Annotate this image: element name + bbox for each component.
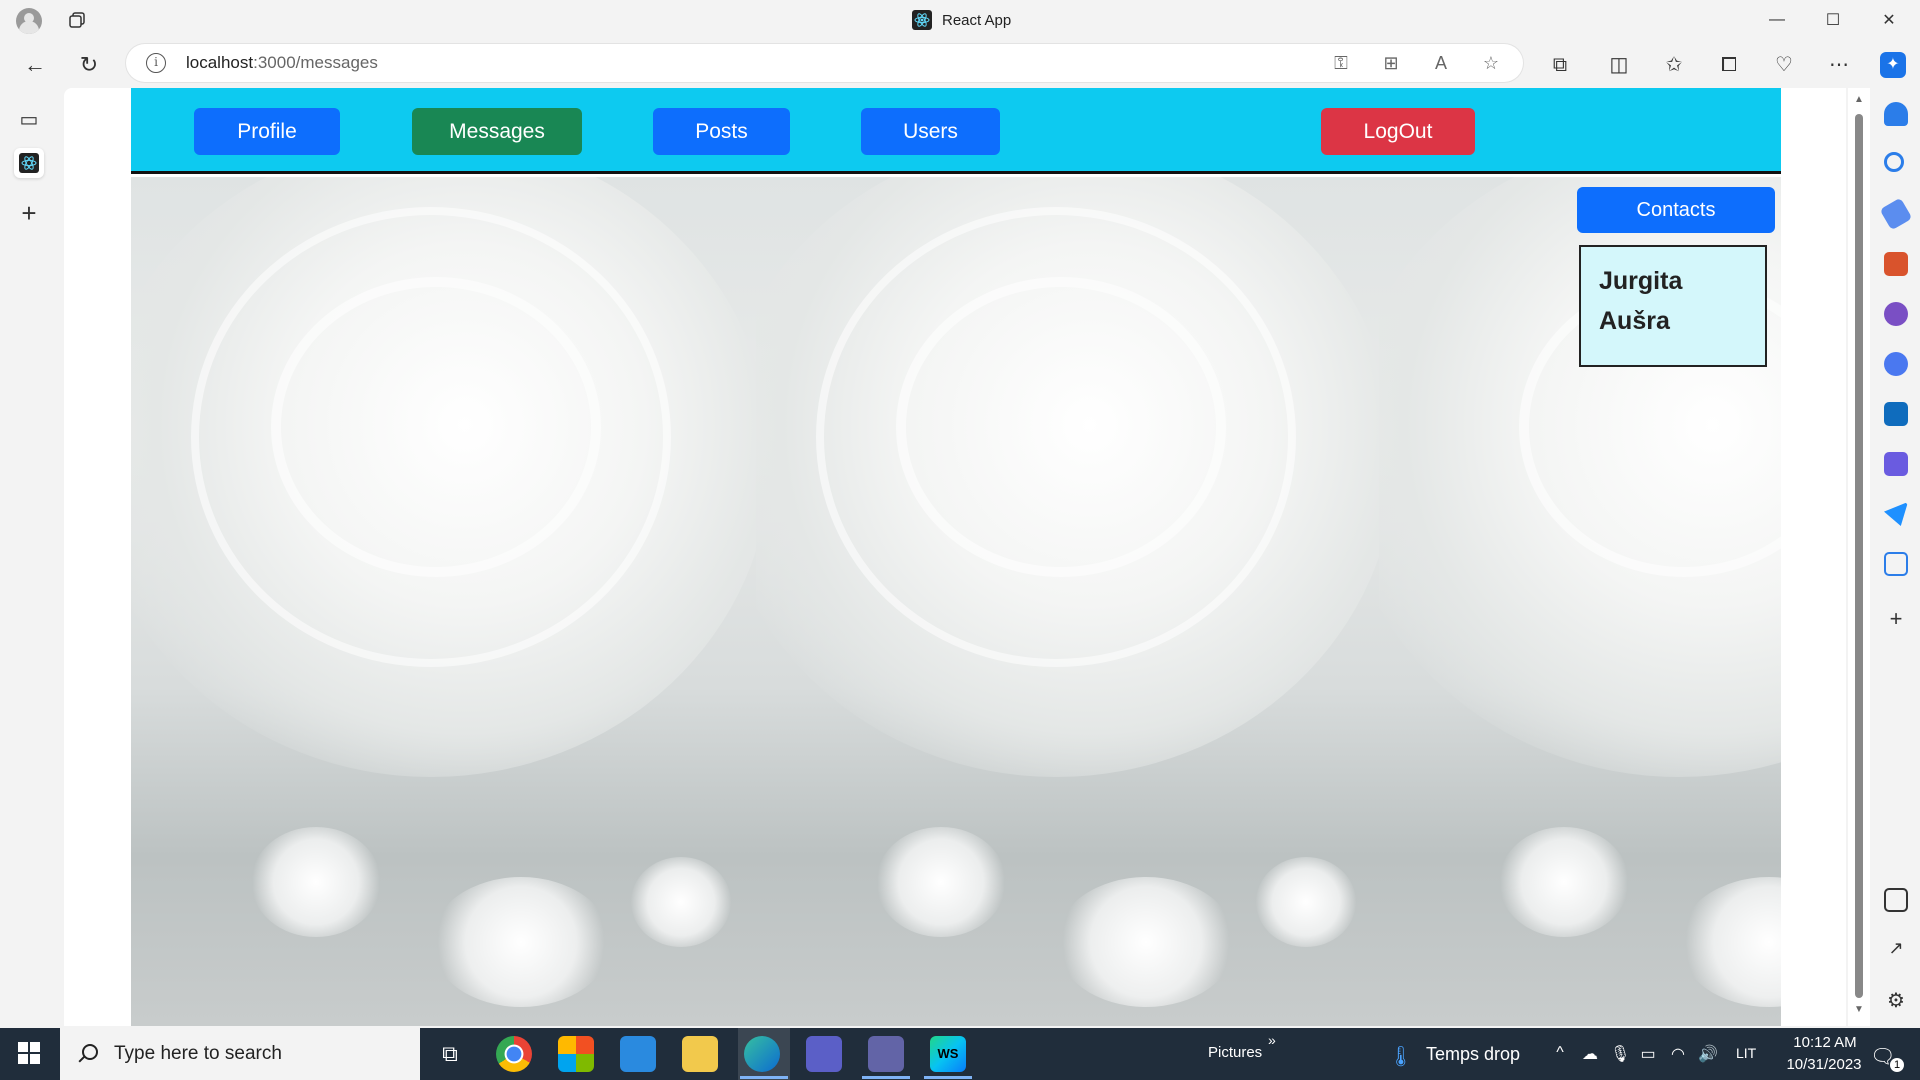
pictures-toolbar[interactable]: Pictures — [1208, 1044, 1262, 1061]
browser-essentials-icon[interactable]: ♡ — [1771, 52, 1797, 78]
contact-item[interactable]: Jurgita — [1599, 261, 1747, 301]
notification-count-badge: 1 — [1890, 1058, 1904, 1072]
notifications-icon[interactable] — [1884, 102, 1908, 126]
collections-icon[interactable]: ⧠ — [1716, 52, 1742, 78]
refresh-icon[interactable]: ↻ — [74, 50, 104, 80]
add-sidebar-app-icon[interactable]: + — [1884, 608, 1908, 632]
active-app-indicator — [740, 1076, 788, 1079]
address-bar[interactable]: i localhost:3000/messages ⚿ ⊞ A ☆ — [126, 44, 1523, 82]
volume-icon[interactable]: 🔊 — [1698, 1044, 1718, 1064]
page-scrollbar[interactable]: ▲ ▼ — [1848, 88, 1870, 1026]
scroll-up-icon[interactable]: ▲ — [1853, 94, 1865, 105]
wifi-icon[interactable]: ◠ — [1668, 1044, 1688, 1064]
open-external-icon[interactable]: ↗ — [1884, 938, 1908, 962]
more-menu-icon[interactable]: ⋯ — [1826, 52, 1852, 78]
extensions-icon[interactable]: ⧉ — [1547, 52, 1573, 78]
favorite-star-icon[interactable]: ☆ — [1480, 52, 1502, 74]
clock-date[interactable]: 10/31/2023 — [1776, 1056, 1872, 1073]
microsoft365-icon[interactable] — [1884, 352, 1908, 376]
posts-button[interactable]: Posts — [653, 108, 790, 155]
vertical-tab-strip: ▭ + — [0, 88, 62, 1028]
scroll-down-icon[interactable]: ▼ — [1853, 1004, 1865, 1015]
search-icon[interactable] — [1884, 152, 1904, 172]
contacts-list: Jurgita Aušra — [1579, 245, 1767, 367]
rose-image-tile — [756, 177, 1379, 1026]
toolbar-expand-icon[interactable]: » — [1268, 1032, 1276, 1048]
react-icon — [912, 10, 932, 30]
file-explorer-icon[interactable] — [682, 1036, 718, 1072]
maximize-button[interactable]: ☐ — [1818, 6, 1848, 34]
designer-icon[interactable] — [1884, 452, 1908, 476]
windows-start-icon[interactable] — [18, 1042, 40, 1064]
mail-icon[interactable] — [620, 1036, 656, 1072]
tab-panel-icon[interactable]: ▭ — [14, 104, 44, 134]
thermometer-icon[interactable]: 🌡 — [1388, 1044, 1413, 1068]
battery-icon[interactable]: ▭ — [1638, 1044, 1658, 1064]
background-image — [131, 177, 1781, 1026]
profile-button[interactable]: Profile — [194, 108, 340, 155]
running-app-indicator — [924, 1076, 972, 1079]
title-bar: React App — ☐ ✕ — [0, 0, 1920, 40]
users-button[interactable]: Users — [861, 108, 1000, 155]
messages-button[interactable]: Messages — [412, 108, 582, 155]
search-icon — [76, 1043, 98, 1065]
settings-gear-icon[interactable]: ⚙ — [1884, 988, 1908, 1012]
tab-actions-icon[interactable] — [68, 11, 86, 29]
key-icon[interactable]: ⚿ — [1330, 52, 1352, 74]
rose-image-tile — [131, 177, 756, 1026]
windows-taskbar: Type here to search ⧉ WS Pictures » 🌡 Te… — [0, 1028, 1920, 1080]
task-view-icon[interactable]: ⧉ — [432, 1036, 468, 1072]
back-icon[interactable]: ← — [20, 50, 50, 80]
split-screen-icon[interactable]: ◫ — [1606, 52, 1632, 78]
profile-avatar[interactable] — [16, 8, 42, 34]
site-info-icon[interactable]: i — [146, 53, 166, 73]
tab-react-app[interactable] — [14, 148, 44, 178]
logout-button[interactable]: LogOut — [1321, 108, 1475, 155]
send-icon[interactable] — [1884, 502, 1908, 526]
microphone-icon[interactable]: 🎙 — [1610, 1044, 1630, 1064]
url-text[interactable]: localhost:3000/messages — [186, 53, 378, 73]
games-icon[interactable] — [1884, 302, 1908, 326]
flag-icon[interactable] — [1884, 552, 1908, 576]
outlook-icon[interactable] — [1884, 402, 1908, 426]
webstorm-icon[interactable]: WS — [930, 1036, 966, 1072]
window-title-text: React App — [942, 11, 1012, 29]
microsoft-store-icon[interactable] — [558, 1036, 594, 1072]
contact-item[interactable]: Aušra — [1599, 301, 1747, 341]
read-aloud-icon[interactable]: A — [1430, 52, 1452, 74]
minimize-button[interactable]: — — [1762, 6, 1792, 34]
onedrive-icon[interactable]: ☁ — [1580, 1044, 1600, 1064]
scroll-thumb[interactable] — [1855, 114, 1863, 998]
favorites-icon[interactable]: ✩ — [1661, 52, 1687, 78]
notification-center-icon[interactable]: 🗨 — [1870, 1044, 1895, 1068]
tools-briefcase-icon[interactable] — [1884, 252, 1908, 276]
app-available-icon[interactable]: ⊞ — [1380, 52, 1402, 74]
new-tab-icon[interactable]: + — [14, 198, 44, 228]
language-indicator[interactable]: LIT — [1736, 1045, 1756, 1061]
chrome-icon[interactable] — [496, 1036, 532, 1072]
react-app: Profile Messages Posts Users LogOut Cont… — [131, 88, 1781, 1026]
edge-sidebar: + ↗ ⚙ — [1872, 88, 1920, 1028]
navbar: Profile Messages Posts Users LogOut — [131, 88, 1781, 174]
running-app-indicator — [862, 1076, 910, 1079]
shopping-tag-icon[interactable] — [1879, 197, 1913, 231]
edge-icon[interactable] — [744, 1036, 780, 1072]
taskbar-search[interactable]: Type here to search — [60, 1028, 420, 1080]
window-title: React App — [912, 10, 1011, 30]
react-icon — [19, 153, 39, 173]
page-viewport: Profile Messages Posts Users LogOut Cont… — [64, 88, 1846, 1026]
teams-new-icon[interactable] — [806, 1036, 842, 1072]
teams-icon[interactable] — [868, 1036, 904, 1072]
clock-time[interactable]: 10:12 AM — [1790, 1034, 1860, 1051]
weather-text[interactable]: Temps drop — [1426, 1044, 1520, 1065]
search-placeholder: Type here to search — [114, 1043, 282, 1064]
close-button[interactable]: ✕ — [1874, 6, 1904, 34]
show-hidden-icons-icon[interactable]: ^ — [1550, 1044, 1570, 1064]
copilot-icon[interactable]: ✦ — [1880, 52, 1906, 78]
hide-sidebar-icon[interactable] — [1884, 888, 1908, 912]
contacts-button[interactable]: Contacts — [1577, 187, 1775, 233]
address-row: ← ↻ i localhost:3000/messages ⚿ ⊞ A ☆ ⧉ … — [0, 40, 1920, 88]
